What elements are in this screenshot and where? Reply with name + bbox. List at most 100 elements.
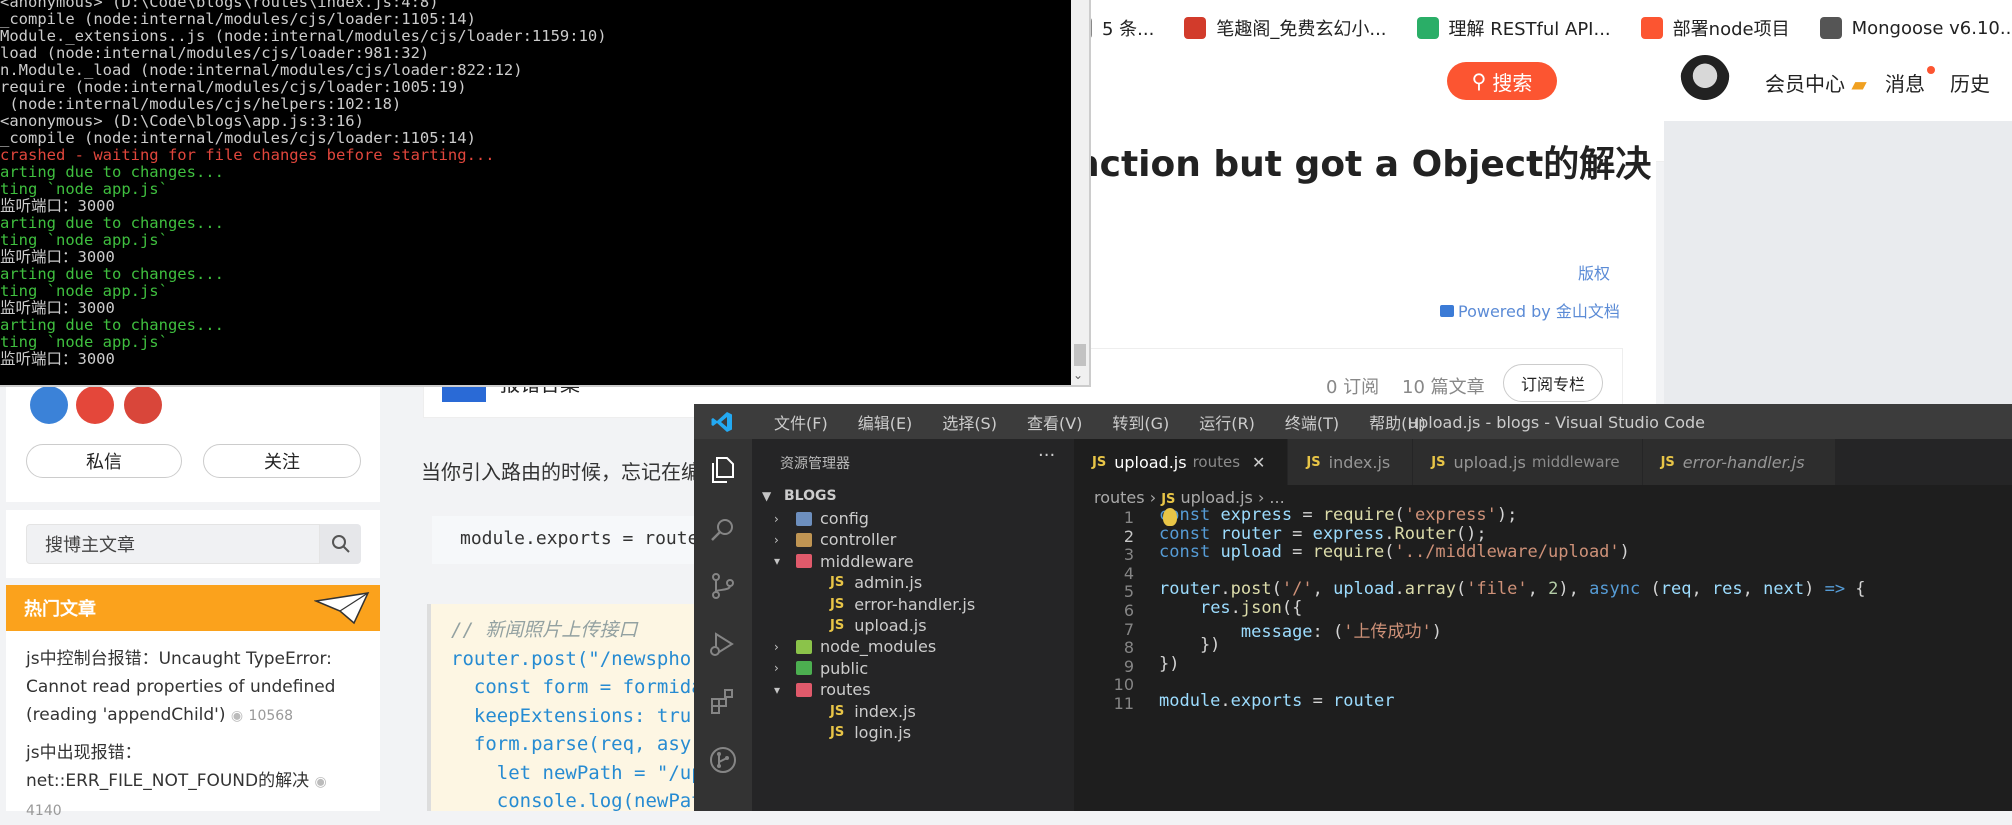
menu-item[interactable]: 终端(T) [1279, 410, 1345, 434]
search-icon[interactable] [708, 515, 738, 545]
folder-item[interactable]: ▾ routes [774, 680, 871, 699]
editor-tab[interactable]: JS upload.js middleware [1413, 439, 1643, 485]
file-item[interactable]: JS index.js [830, 702, 916, 721]
powered-by-link[interactable]: Powered by 金山文档 [1440, 298, 1620, 322]
bookmark-label: 部署node项目 [1672, 19, 1790, 40]
bookmark-label: Mongoose v6.10.... [1851, 17, 2012, 39]
messages-link[interactable]: 消息 [1885, 66, 1935, 97]
tree-label: index.js [854, 701, 916, 721]
run-debug-icon[interactable] [708, 629, 738, 659]
menu-item[interactable]: 文件(F) [768, 410, 834, 434]
code-snippet-export: module.exports = router; [432, 516, 732, 564]
menu-item[interactable]: 编辑(E) [852, 410, 919, 434]
js-file-icon: JS [830, 575, 845, 591]
explorer-icon[interactable] [708, 455, 738, 485]
terminal-line: Module._extensions..js (node:internal/mo… [0, 27, 607, 45]
git-graph-icon[interactable] [708, 745, 738, 775]
wechat-icon [1416, 17, 1439, 39]
history-link[interactable]: 历史 [1950, 68, 1990, 97]
copyright-link[interactable]: 版权 [1578, 260, 1610, 284]
terminal-line: ting `node app.js` [0, 333, 168, 351]
folder-icon [796, 554, 812, 569]
eye-icon: ◉ [230, 708, 244, 724]
vip-center-link[interactable]: 会员中心 ▰ [1765, 68, 1867, 97]
workspace-header[interactable]: ▼ BLOGS [762, 488, 837, 504]
terminal-line: arting due to changes... [0, 214, 224, 232]
file-item[interactable]: JS login.js [830, 723, 911, 742]
line-number: 10 [1113, 675, 1134, 695]
terminal-line: load (node:internal/modules/cjs/loader:9… [0, 44, 430, 62]
chevron-right-icon: › [774, 661, 779, 676]
terminal-scrollbar-thumb[interactable] [1074, 344, 1086, 366]
menu-item[interactable]: 转到(G) [1106, 410, 1175, 434]
hot-article-item[interactable]: js中出现报错：net::ERR_FILE_NOT_FOUND的解决 ◉ 414… [26, 739, 356, 825]
workspace-name: BLOGS [784, 488, 837, 504]
terminal-line: arting due to changes... [0, 316, 224, 334]
terminal-window[interactable]: <anonymous> (D:\Code\blogs\routes\index.… [0, 0, 1091, 387]
folder-item[interactable]: › config [774, 509, 869, 528]
editor-tab[interactable]: JS index.js [1288, 439, 1414, 485]
code-line: }) [1159, 653, 1180, 674]
terminal-line: ting `node app.js` [0, 180, 168, 198]
folder-item[interactable]: › public [774, 659, 868, 678]
file-item[interactable]: JS upload.js [830, 616, 927, 635]
vip-center-label: 会员中心 [1765, 72, 1845, 96]
folder-item[interactable]: › node_modules [774, 637, 936, 656]
bookmark-label: 5 条... [1102, 19, 1155, 40]
blog-search-button[interactable] [320, 524, 361, 564]
editor-tab[interactable]: JS upload.js routes ✕ [1074, 439, 1289, 485]
bookmark-item[interactable]: Mongoose v6.10.... [1819, 17, 2012, 39]
scroll-down-icon[interactable]: ⌄ [1073, 368, 1083, 382]
view-count: 4140 [26, 803, 62, 819]
extensions-icon[interactable] [708, 687, 738, 717]
vscode-titlebar: 文件(F) 编辑(E) 选择(S) 查看(V) 转到(G) 运行(R) 终端(T) 帮助(H) [694, 404, 2012, 439]
hot-article-item[interactable]: js中控制台报错：Uncaught TypeError: Cannot read… [26, 645, 356, 730]
terminal-line: _compile (node:internal/modules/cjs/load… [0, 129, 476, 147]
powered-label: Powered by 金山文档 [1458, 302, 1620, 321]
line-number: 9 [1123, 656, 1134, 676]
bookmark-item[interactable]: 理解 RESTful API... [1416, 15, 1611, 41]
bookmark-item[interactable]: 部署node项目 [1640, 15, 1790, 41]
file-item[interactable]: JS error-handler.js [830, 595, 975, 614]
terminal-line: 监听端口：3000 [0, 248, 115, 266]
terminal-line: 监听端口：3000 [0, 197, 115, 215]
globe-icon [1819, 17, 1842, 39]
js-file-icon: JS [1306, 454, 1321, 470]
follow-button[interactable]: 关注 [203, 444, 361, 478]
folder-item[interactable]: › controller [774, 530, 896, 549]
code-line: const upload = require('../middleware/up… [1159, 542, 1630, 563]
terminal-line: <anonymous> (D:\Code\blogs\app.js:3:16) [0, 112, 364, 130]
menu-item[interactable]: 运行(R) [1193, 410, 1261, 434]
terminal-line: arting due to changes... [0, 265, 224, 283]
source-control-icon[interactable] [708, 571, 738, 601]
lightbulb-icon[interactable] [1163, 508, 1177, 526]
menu-item[interactable]: 选择(S) [936, 410, 1003, 434]
tree-label: upload.js [854, 616, 927, 635]
tree-label: routes [820, 680, 871, 700]
code-line: // 新闻照片上传接口 [451, 619, 638, 641]
code-line: const form = formida [451, 676, 703, 698]
code-line: form.parse(req, asy [451, 733, 692, 755]
subscribe-column-button[interactable]: 订阅专栏 [1503, 364, 1603, 402]
bookmark-label: 笔趣阁_免费玄幻小... [1216, 19, 1387, 40]
js-file-icon: JS [1092, 454, 1107, 470]
line-number: 8 [1123, 638, 1134, 658]
editor-tab[interactable]: JS error-handler.js [1642, 439, 1836, 485]
blog-search-input[interactable]: 搜博主文章 [26, 524, 320, 564]
js-file-icon: JS [1660, 454, 1675, 470]
close-icon[interactable]: ✕ [1252, 453, 1265, 472]
terminal-line: arting due to changes... [0, 163, 224, 181]
folder-item[interactable]: ▾ middleware [774, 552, 914, 571]
terminal-scrollbar[interactable] [1071, 0, 1089, 385]
breadcrumb-folder[interactable]: routes [1094, 488, 1145, 507]
menu-item[interactable]: 查看(V) [1021, 410, 1088, 434]
js-file-icon: JS [830, 703, 845, 719]
site-search-button[interactable]: ⚲ 搜索 [1447, 62, 1557, 100]
terminal-line: 监听端口：3000 [0, 350, 115, 368]
file-item[interactable]: JS admin.js [830, 573, 922, 592]
more-actions-icon[interactable]: ··· [1038, 445, 1055, 466]
bookmark-item[interactable]: 笔趣阁_免费玄幻小... [1184, 15, 1387, 41]
private-message-button[interactable]: 私信 [26, 444, 182, 478]
user-avatar[interactable] [1680, 55, 1730, 107]
terminal-line: ting `node app.js` [0, 231, 168, 249]
